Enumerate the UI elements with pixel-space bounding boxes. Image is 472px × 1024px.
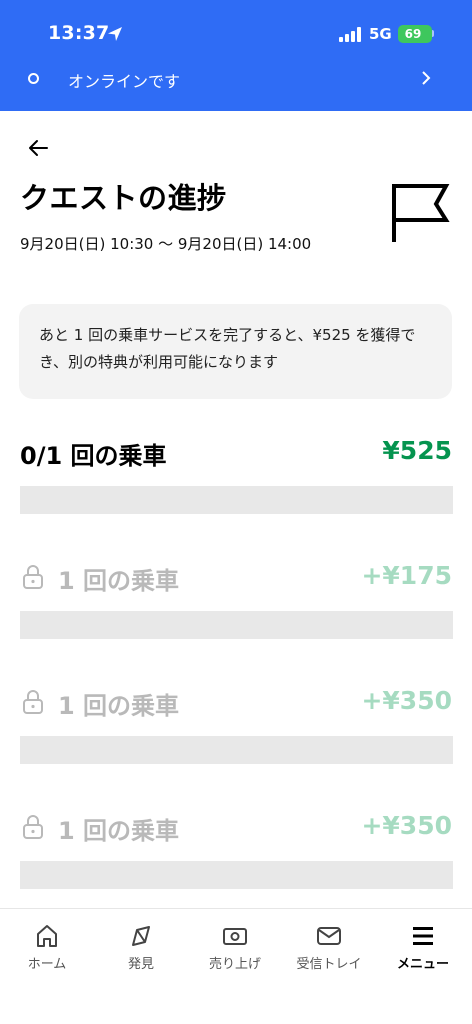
nav-item-earnings[interactable]: 売り上げ	[188, 923, 282, 972]
menu-icon	[413, 927, 433, 945]
chevron-right-icon	[422, 71, 431, 85]
nav-label-discover: 発見	[127, 957, 154, 972]
quest-date-range: 9月20日(日) 10:30 〜 9月20日(日) 14:00	[20, 235, 312, 253]
nav-label-menu: メニュー	[396, 957, 449, 972]
battery-level: 69	[404, 27, 422, 41]
progress-label: 0/1 回の乗車	[20, 442, 167, 470]
locked-tier-label: 1 回の乗車	[58, 817, 180, 845]
nav-item-home[interactable]: ホーム	[0, 923, 94, 972]
locked-tier-amount: +¥175	[361, 561, 452, 590]
network-type: 5G	[369, 25, 392, 43]
nav-item-menu[interactable]: メニュー	[376, 923, 470, 972]
progress-bar	[20, 486, 453, 514]
home-icon	[37, 925, 57, 947]
locked-tier-label: 1 回の乗車	[58, 567, 180, 595]
quest-info-text: あと 1 回の乗車サービスを完了すると、¥525 を獲得でき、別の特典が利用可能…	[39, 326, 416, 371]
flag-icon	[392, 184, 450, 242]
battery-nub	[432, 30, 434, 37]
progress-amount: ¥525	[382, 436, 452, 465]
mail-icon	[317, 927, 341, 945]
online-status-banner[interactable]: オンラインです	[0, 62, 472, 96]
battery-indicator: 69	[398, 25, 432, 43]
locked-tier-amount: +¥350	[361, 811, 452, 840]
compass-icon	[132, 926, 150, 946]
locked-tier-bar	[20, 736, 453, 764]
nav-label-earnings: 売り上げ	[208, 957, 261, 972]
nav-label-inbox: 受信トレイ	[296, 957, 362, 972]
status-bar: 13:37 5G 69	[0, 0, 472, 62]
online-status-text: オンラインです	[68, 72, 181, 91]
top-bar: 13:37 5G 69 オンラインです	[0, 0, 472, 111]
locked-tier-bar	[20, 611, 453, 639]
bottom-navigation: ホーム 発見 売り上げ 受信トレイ メニュー	[0, 908, 472, 1024]
nav-label-home: ホーム	[27, 957, 67, 972]
locked-tier-label: 1 回の乗車	[58, 692, 180, 720]
quest-info-box: あと 1 回の乗車サービスを完了すると、¥525 を獲得でき、別の特典が利用可能…	[19, 304, 452, 399]
status-time: 13:37	[48, 22, 110, 44]
nav-item-inbox[interactable]: 受信トレイ	[282, 923, 376, 972]
nav-item-discover[interactable]: 発見	[94, 923, 188, 972]
signal-icon	[339, 27, 361, 42]
page-title: クエストの進捗	[20, 181, 227, 215]
online-dot-icon	[28, 73, 39, 84]
locked-tier-bar	[20, 861, 453, 889]
earnings-icon	[223, 928, 247, 945]
locked-tier-amount: +¥350	[361, 686, 452, 715]
location-arrow-icon	[108, 27, 122, 41]
back-arrow-icon[interactable]	[26, 136, 50, 160]
